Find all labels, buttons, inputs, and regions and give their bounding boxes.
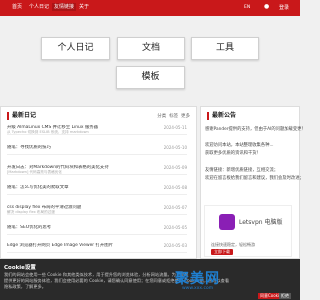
- post-date: 2024-05-11: [163, 125, 187, 130]
- search-icon[interactable]: ●: [264, 3, 269, 11]
- post-date: 2024-05-08: [163, 185, 187, 190]
- notice-line[interactable]: 欢迎在留言板给我们留言和建议，我们会及时改进；: [205, 176, 304, 181]
- language-switch[interactable]: EN: [244, 4, 264, 12]
- ad-download-button[interactable]: 立即下载: [211, 249, 233, 255]
- card-docs[interactable]: 文档: [117, 37, 185, 60]
- app-logo-icon: [219, 214, 235, 230]
- link-tag[interactable]: 标签: [169, 114, 178, 119]
- post-title[interactable]: 随笔：SEO优化的思考: [7, 225, 139, 231]
- post-row[interactable]: 随笔：怎么写优化美的爬取文章 2024-05-08: [7, 185, 187, 195]
- link-category[interactable]: 分类: [157, 114, 166, 119]
- cookie-title: Cookie设置: [4, 265, 36, 271]
- post-row[interactable]: css display flex 布局的平滑过渡问题 2024-05-07 解决…: [7, 205, 187, 215]
- card-tools[interactable]: 工具: [191, 37, 259, 60]
- notice-line[interactable]: 欢迎访问本站，本站整理收集各种...: [205, 143, 274, 148]
- cookie-reject-button[interactable]: 拒绝: [279, 293, 291, 299]
- post-row[interactable]: 随笔：寻找优质的技巧 2024-05-10: [7, 145, 187, 155]
- ad-text: 连接快速稳定，轻松畅游: [211, 242, 255, 247]
- post-title[interactable]: 随笔：寻找优质的技巧: [7, 145, 139, 151]
- post-summary: 从 Typecho 切换到 ESLIB 系统，支持 markdown: [7, 130, 89, 134]
- panel-title-diary: 最新日记: [7, 112, 36, 120]
- cookie-consent-bar: Cookie设置 我们的网站会使用一些 Cookie 和其他类似技术，用于提升您…: [0, 259, 300, 300]
- post-row[interactable]: 升级 AlmaLinux CMS 并迁移至 Linux 服务器 2024-05-…: [7, 125, 187, 135]
- notice-line[interactable]: 友情链接：新增优质链接，互相交流；: [205, 168, 278, 173]
- ad-banner[interactable]: Letsvpn 电脑版 连接快速稳定，轻松畅游 立即下载: [204, 205, 292, 257]
- link-more[interactable]: 更多: [181, 114, 190, 119]
- post-date: 2024-05-07: [163, 205, 187, 210]
- panel-title-notice: 最新公告: [207, 112, 236, 120]
- cookie-text: 隐私政策，了解更多。: [4, 284, 46, 289]
- panel-links: 分类 标签 更多: [157, 113, 190, 119]
- login-link[interactable]: 登录: [279, 4, 289, 12]
- post-title[interactable]: Edge 浏览器打开网页 Edge Image Viewer 打开图片: [7, 243, 139, 249]
- watermark-url: www.xxx.com: [182, 286, 214, 291]
- latest-diary-panel: 最新日记 分类 标签 更多 升级 AlmaLinux CMS 并迁移至 Linu…: [0, 106, 197, 259]
- top-nav-bar: 首页 个人日记 友情链接 关于 EN ● 登录: [0, 0, 300, 16]
- nav-diary[interactable]: 个人日记: [29, 3, 49, 11]
- nav-about[interactable]: 关于: [79, 3, 89, 11]
- nav-home[interactable]: 首页: [12, 3, 22, 11]
- post-title[interactable]: 随笔：怎么写优化美的爬取文章: [7, 185, 139, 191]
- post-date: 2024-05-03: [163, 243, 187, 248]
- post-date: 2024-05-05: [163, 225, 187, 230]
- nav-friend-links[interactable]: 友情链接: [52, 3, 77, 11]
- post-row[interactable]: 随笔：SEO优化的思考 2024-05-05: [7, 225, 187, 235]
- ad-app-name: Letsvpn 电脑版: [239, 219, 283, 226]
- card-templates[interactable]: 模板: [116, 66, 185, 89]
- card-diary[interactable]: 个人日记: [41, 37, 110, 60]
- notice-line[interactable]: 获取更多优质的资讯和干货！: [205, 151, 261, 156]
- notice-line[interactable]: 感谢Pander提供的支持，但由于AI的问题加载变更！: [205, 127, 306, 132]
- post-date: 2024-05-10: [163, 145, 187, 150]
- post-row[interactable]: 开发日志：对Markdown的代码块和表格的美化支持 2024-05-09 [M…: [7, 165, 187, 175]
- post-row[interactable]: Edge 浏览器打开网页 Edge Image Viewer 打开图片 2024…: [7, 243, 187, 253]
- post-date: 2024-05-09: [163, 165, 187, 170]
- post-summary: [Markdown] 代码高亮与表格优化: [7, 170, 62, 174]
- watermark-logo: 聚美网: [175, 271, 220, 287]
- post-summary: 解决 display flex 布局的过渡: [7, 210, 55, 214]
